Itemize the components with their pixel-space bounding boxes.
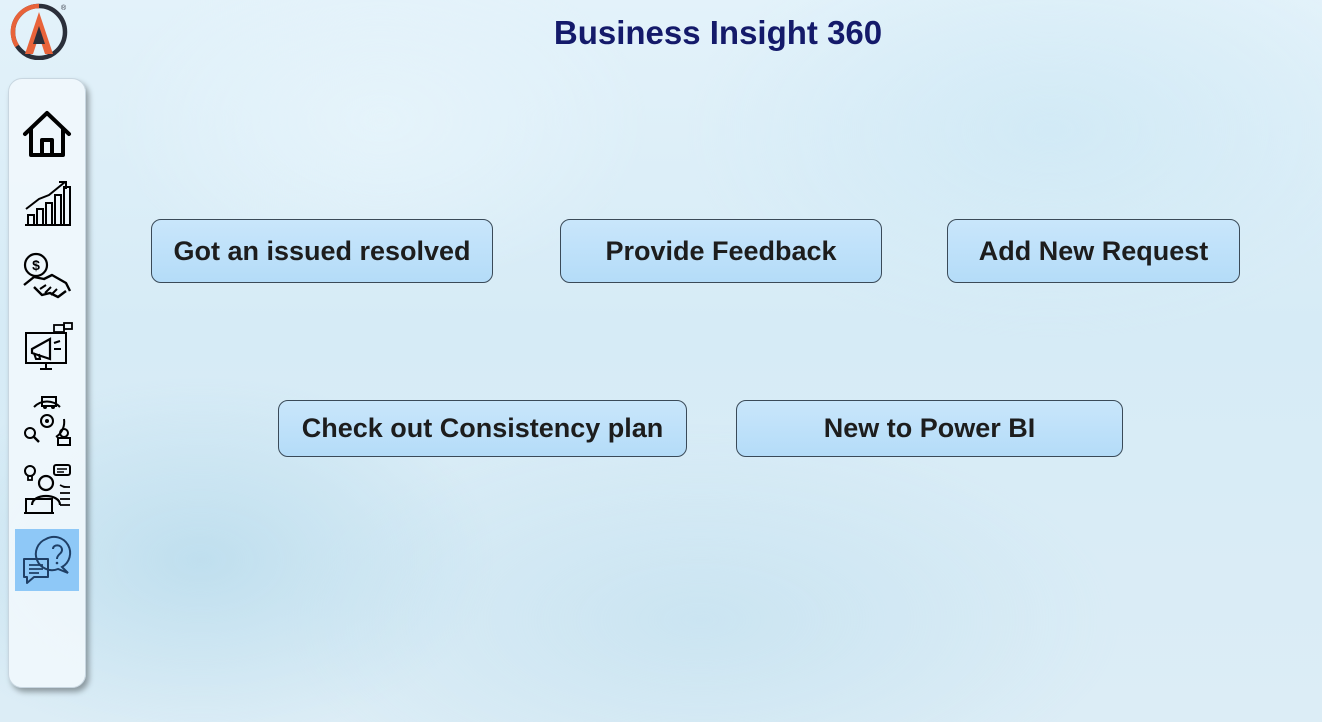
sidebar-item-marketing[interactable] [15, 317, 79, 379]
svg-text:$: $ [32, 257, 40, 273]
sidebar-item-executive[interactable] [15, 459, 79, 521]
issue-resolved-button[interactable]: Got an issued resolved [151, 219, 493, 283]
supply-chain-icon [24, 396, 71, 446]
new-to-powerbi-button[interactable]: New to Power BI [736, 400, 1123, 457]
provide-feedback-button[interactable]: Provide Feedback [560, 219, 882, 283]
executive-icon [24, 464, 71, 514]
sidebar-item-supply-chain[interactable] [15, 389, 79, 451]
sidebar-item-finance[interactable]: $ [15, 245, 79, 307]
sidebar-item-support[interactable] [15, 529, 79, 591]
sidebar-item-growth[interactable] [15, 172, 79, 234]
finance-handshake-icon: $ [23, 252, 72, 299]
marketing-megaphone-icon [25, 322, 73, 370]
home-icon [23, 111, 71, 157]
sidebar-nav: $ [8, 78, 86, 688]
registered-mark: ® [61, 4, 67, 12]
add-new-request-button[interactable]: Add New Request [947, 219, 1240, 283]
sidebar-item-home[interactable] [15, 103, 79, 165]
page-title: Business Insight 360 [553, 14, 883, 51]
support-chat-icon [23, 535, 72, 584]
growth-chart-icon [25, 181, 71, 226]
consistency-plan-button[interactable]: Check out Consistency plan [278, 400, 687, 457]
